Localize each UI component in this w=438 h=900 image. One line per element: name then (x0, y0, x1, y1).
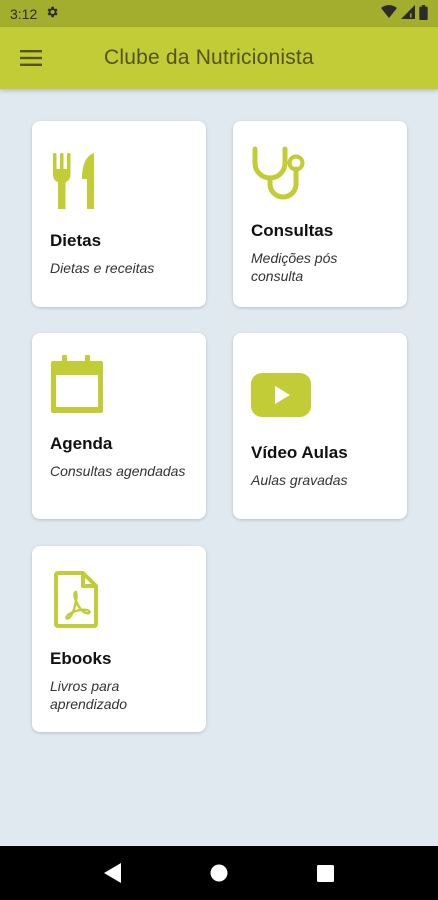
status-time: 3:12 (10, 5, 38, 22)
youtube-icon (251, 373, 311, 422)
recents-icon[interactable] (305, 853, 345, 893)
settings-icon (45, 5, 59, 22)
app-bar: Clube da Nutricionista (0, 27, 438, 89)
card-subtitle: Medições pós consulta (251, 250, 338, 284)
home-icon[interactable] (199, 853, 239, 893)
card-title: Ebooks (50, 649, 112, 668)
hamburger-menu-icon[interactable] (0, 27, 62, 89)
system-nav-bar (0, 846, 438, 900)
card-title: Agenda (50, 434, 113, 453)
card-subtitle: Aulas gravadas (251, 472, 348, 488)
status-icons (381, 4, 428, 23)
status-bar: 3:12 (0, 0, 438, 27)
card-dietas[interactable]: Dietas Dietas e receitas (32, 121, 206, 307)
cutlery-icon (50, 151, 100, 216)
card-subtitle: Dietas e receitas (50, 260, 155, 276)
card-title: Vídeo Aulas (251, 443, 348, 462)
card-ebooks[interactable]: Ebooks Livros para aprendizado (32, 546, 206, 732)
card-subtitle: Livros para aprendizado (50, 678, 128, 712)
calendar-icon (50, 355, 104, 418)
card-video-aulas[interactable]: Vídeo Aulas Aulas gravadas (233, 333, 407, 519)
stethoscope-icon (249, 145, 309, 208)
app-title: Clube da Nutricionista (104, 46, 314, 69)
battery-icon (419, 4, 428, 23)
card-title: Dietas (50, 231, 102, 250)
signal-icon (401, 5, 415, 22)
card-title: Consultas (251, 221, 334, 240)
wifi-icon (381, 5, 397, 22)
card-agenda[interactable]: Agenda Consultas agendadas (32, 333, 206, 519)
card-consultas[interactable]: Consultas Medições pós consulta (233, 121, 407, 307)
card-subtitle: Consultas agendadas (50, 463, 186, 479)
pdf-icon (54, 570, 100, 633)
back-icon[interactable] (93, 853, 133, 893)
